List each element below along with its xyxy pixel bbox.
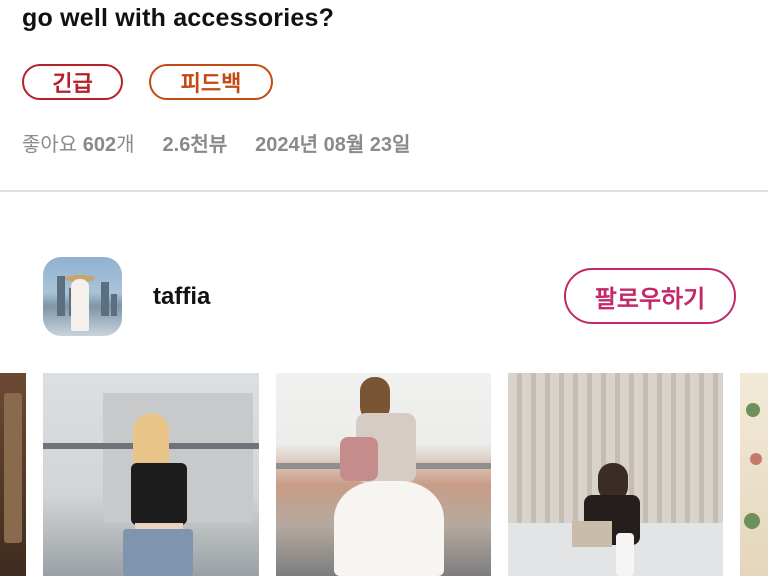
likes-count: 602 (82, 134, 117, 156)
post-title: go well with accessories? (22, 4, 335, 32)
post-meta: 좋아요 602개 2.6천뷰 2024년 08월 23일 (22, 128, 410, 157)
likes-stat: 좋아요 602개 (22, 128, 135, 157)
photo-thumbnail[interactable] (276, 373, 491, 576)
tag-feedback[interactable]: 피드백 (149, 64, 273, 100)
tag-list: 긴급 피드백 (22, 64, 273, 100)
tag-urgent[interactable]: 긴급 (22, 64, 123, 100)
follow-button[interactable]: 팔로우하기 (564, 268, 736, 324)
section-divider (0, 190, 768, 192)
likes-label: 좋아요 (22, 134, 78, 156)
photo-thumbnail[interactable] (0, 373, 26, 576)
post-date: 2024년 08월 23일 (255, 134, 411, 156)
likes-unit: 개 (116, 134, 135, 156)
avatar[interactable] (43, 257, 122, 336)
photo-thumbnail[interactable] (43, 373, 259, 576)
photo-thumbnail[interactable] (508, 373, 723, 576)
photo-thumbnail[interactable] (740, 373, 768, 576)
views-stat: 2.6천뷰 (162, 134, 228, 156)
author-username[interactable]: taffia (153, 283, 210, 311)
